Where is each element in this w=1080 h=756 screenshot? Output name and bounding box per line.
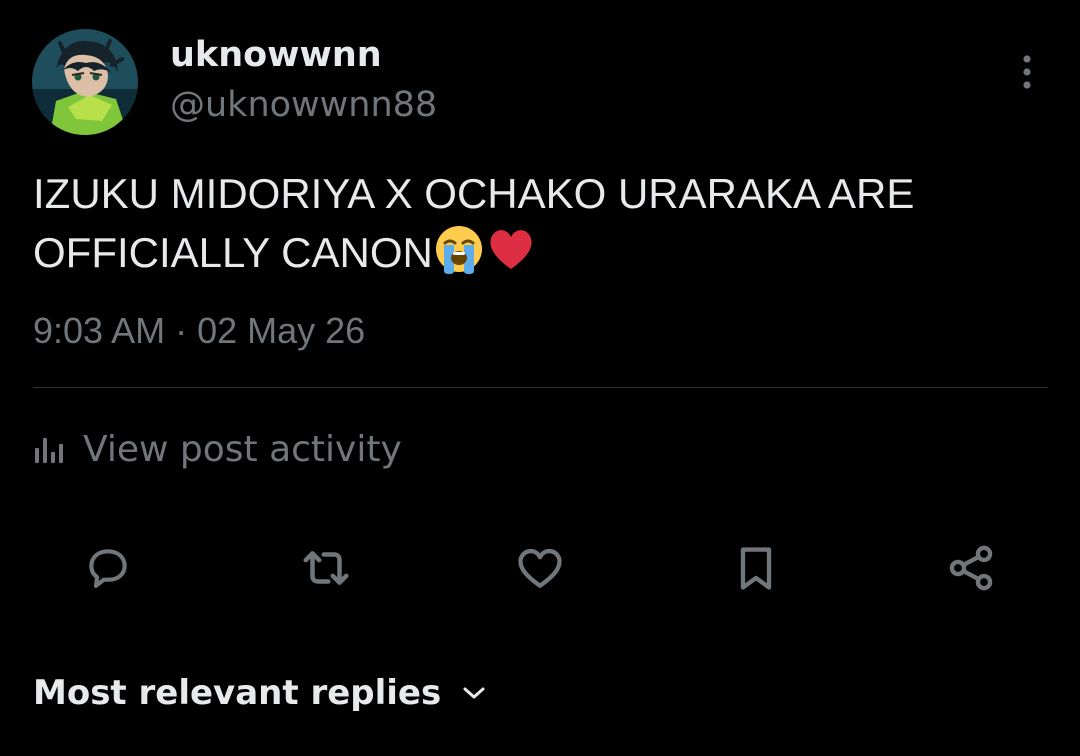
post-timestamp: 9:03 AM · 02 May 26 [33,310,366,351]
red-heart-icon [490,230,532,269]
view-post-activity-label: View post activity [83,429,402,470]
author-handle[interactable]: @uknowwnn88 [170,82,437,128]
bookmark-button[interactable] [726,538,786,598]
repost-button[interactable] [296,538,356,598]
divider [33,387,1048,388]
share-icon [949,545,993,591]
loudly-crying-face-icon [435,226,482,274]
avatar-image [32,29,138,135]
share-button[interactable] [941,538,1001,598]
repost-icon [303,551,349,585]
like-button[interactable] [510,538,570,598]
reply-icon [89,549,127,588]
heart-icon [518,548,562,588]
chevron-down-icon [463,687,485,699]
more-vertical-icon [1023,55,1031,89]
replies-sort-dropdown[interactable]: Most relevant replies [33,668,487,718]
post-text: IZUKU MIDORIYA X OCHAKO URARAKA ARE OFFI… [33,165,1043,282]
view-post-activity-link[interactable]: View post activity [33,425,402,475]
avatar[interactable] [32,29,138,135]
more-options-button[interactable] [1010,50,1044,94]
author-display-name[interactable]: uknowwnn [170,32,382,78]
replies-sort-label: Most relevant replies [33,673,442,713]
analytics-icon [35,438,63,463]
reply-button[interactable] [78,538,138,598]
bookmark-icon [740,547,772,590]
